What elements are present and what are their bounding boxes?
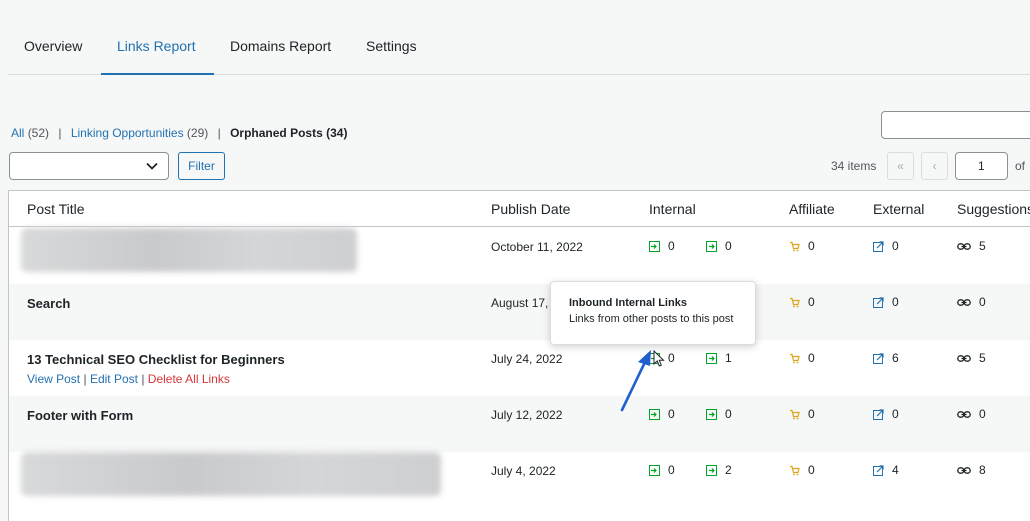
column-affiliate: Affiliate [789, 201, 835, 217]
table-header: Post Title Publish Date Internal Affilia… [9, 191, 1030, 227]
inbound-links-tooltip: Inbound Internal Links Links from other … [550, 281, 756, 345]
link-icon [957, 242, 971, 250]
outbound-link-icon [706, 352, 717, 364]
outbound-links[interactable]: 0 [706, 407, 732, 421]
filter-all[interactable]: All [11, 126, 24, 140]
cart-icon [790, 241, 800, 251]
external-link-icon [873, 296, 884, 308]
cart-icon [790, 353, 800, 363]
filter-linking-count: (29) [186, 126, 209, 140]
tooltip-body: Links from other posts to this post [569, 313, 734, 325]
publish-date: July 24, 2022 [491, 352, 563, 366]
column-suggestions: Suggestions [957, 201, 1030, 217]
search-input[interactable] [881, 111, 1030, 139]
tab-links-report[interactable]: Links Report [117, 38, 196, 54]
suggestions[interactable]: 8 [957, 463, 986, 477]
publish-date: July 12, 2022 [491, 408, 563, 422]
outbound-link-icon [706, 240, 717, 252]
external-links[interactable]: 4 [873, 463, 899, 477]
suggestions[interactable]: 5 [957, 351, 986, 365]
publish-date: October 11, 2022 [491, 240, 583, 254]
inbound-link-icon [649, 240, 660, 252]
link-icon [957, 298, 971, 306]
filter-orphaned-posts[interactable]: Orphaned Posts (34) [230, 126, 347, 140]
suggestions[interactable]: 5 [957, 239, 986, 253]
external-link-icon [873, 352, 884, 364]
chevron-down-icon [146, 162, 158, 170]
tab-settings[interactable]: Settings [366, 38, 417, 54]
active-tab-indicator [101, 73, 214, 75]
table-row: July 4, 2022 0 2 0 4 8 [9, 452, 1030, 508]
filter-select[interactable] [9, 152, 169, 180]
affiliate-links[interactable]: 0 [789, 351, 815, 365]
table-row: Footer with Form July 12, 2022 0 0 0 0 0 [9, 396, 1030, 452]
filter-button[interactable]: Filter [178, 152, 225, 180]
post-title[interactable]: Footer with Form [27, 408, 133, 423]
suggestions[interactable]: 0 [957, 295, 986, 309]
external-link-icon [873, 240, 884, 252]
affiliate-links[interactable]: 0 [789, 463, 815, 477]
total-pages-label: of [1015, 159, 1026, 173]
separator: | [83, 372, 87, 386]
current-page-input[interactable]: 1 [955, 152, 1008, 180]
outbound-links[interactable]: 1 [706, 351, 732, 365]
table-row: Search August 17, 0 0 0 [9, 284, 1030, 340]
inbound-link-icon [649, 464, 660, 476]
table-row: 13 Technical SEO Checklist for Beginners… [9, 340, 1030, 396]
status-filters: All (52) | Linking Opportunities (29) | … [11, 126, 347, 140]
inbound-links[interactable]: 0 [649, 239, 675, 253]
cart-icon [790, 409, 800, 419]
separator: | [217, 126, 221, 140]
tooltip-title: Inbound Internal Links [569, 297, 687, 309]
first-page-button[interactable]: « [887, 152, 914, 180]
publish-date: August 17, [491, 296, 549, 310]
column-publish-date[interactable]: Publish Date [491, 201, 570, 217]
links-table: Post Title Publish Date Internal Affilia… [8, 190, 1030, 521]
separator: | [58, 126, 62, 140]
separator: | [141, 372, 145, 386]
cart-icon [790, 297, 800, 307]
items-count: 34 items [831, 159, 877, 173]
publish-date: July 4, 2022 [491, 464, 556, 478]
affiliate-links[interactable]: 0 [789, 239, 815, 253]
blurred-title [21, 452, 441, 496]
row-actions: View Post | Edit Post | Delete All Links [27, 372, 230, 386]
edit-post-link[interactable]: Edit Post [90, 372, 138, 386]
nav-tabs: Overview Links Report Domains Report Set… [8, 22, 1030, 75]
external-links[interactable]: 6 [873, 351, 899, 365]
outbound-links[interactable]: 2 [706, 463, 732, 477]
affiliate-links[interactable]: 0 [789, 407, 815, 421]
external-links[interactable]: 0 [873, 239, 899, 253]
delete-all-links-link[interactable]: Delete All Links [148, 372, 230, 386]
post-title[interactable]: 13 Technical SEO Checklist for Beginners [27, 352, 285, 367]
table-row: October 11, 2022 0 0 0 0 5 [9, 228, 1030, 284]
blurred-title [21, 228, 357, 272]
affiliate-links[interactable]: 0 [789, 295, 815, 309]
view-post-link[interactable]: View Post [27, 372, 80, 386]
external-links[interactable]: 0 [873, 295, 899, 309]
column-external: External [873, 201, 925, 217]
outbound-link-icon [706, 408, 717, 420]
tab-domains-report[interactable]: Domains Report [230, 38, 331, 54]
link-icon [957, 354, 971, 362]
external-links[interactable]: 0 [873, 407, 899, 421]
filter-linking-opportunities[interactable]: Linking Opportunities [71, 126, 184, 140]
mouse-cursor-icon [653, 350, 665, 367]
external-link-icon [873, 408, 884, 420]
link-icon [957, 466, 971, 474]
annotation-arrow-icon [620, 350, 651, 412]
tab-overview[interactable]: Overview [24, 38, 82, 54]
outbound-links[interactable]: 0 [706, 239, 732, 253]
column-post-title[interactable]: Post Title [27, 201, 85, 217]
post-title[interactable]: Search [27, 296, 70, 311]
filter-all-count: (52) [27, 126, 50, 140]
suggestions[interactable]: 0 [957, 407, 986, 421]
cart-icon [790, 465, 800, 475]
prev-page-button[interactable]: ‹ [921, 152, 948, 180]
link-icon [957, 410, 971, 418]
column-internal: Internal [649, 201, 696, 217]
outbound-link-icon [706, 464, 717, 476]
external-link-icon [873, 464, 884, 476]
inbound-links[interactable]: 0 [649, 463, 675, 477]
